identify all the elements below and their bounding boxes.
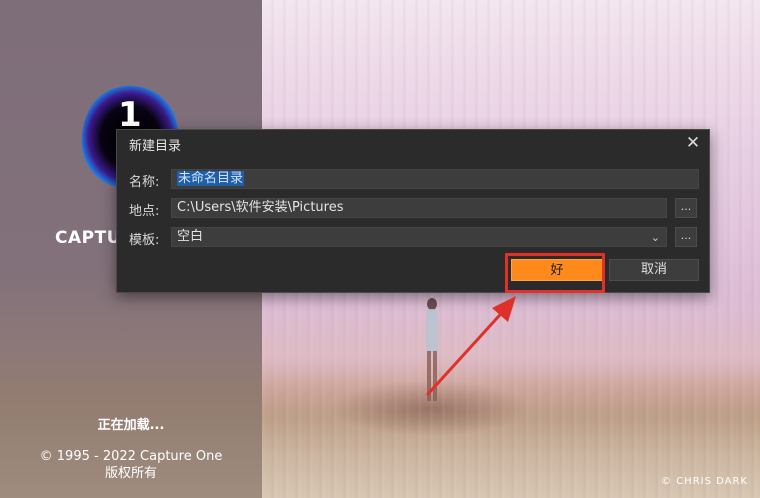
loading-status: 正在加载... xyxy=(97,418,165,433)
template-value: 空白 xyxy=(177,229,204,244)
chevron-down-icon: ⌄ xyxy=(650,231,660,244)
annotation-highlight-box xyxy=(505,253,605,293)
copyright: © 1995 - 2022 Capture One 版权所有 xyxy=(0,448,262,482)
close-icon[interactable]: ✕ xyxy=(683,133,703,153)
copyright-line: © 1995 - 2022 Capture One xyxy=(39,449,223,464)
dialog-titlebar[interactable]: 新建目录 ✕ xyxy=(117,130,709,157)
template-label: 模板: xyxy=(129,233,160,248)
location-label: 地点: xyxy=(129,204,160,219)
template-browse-button[interactable]: ... xyxy=(675,227,697,247)
cancel-button[interactable]: 取消 xyxy=(609,259,699,281)
location-field[interactable]: C:\Users\软件安装\Pictures xyxy=(171,198,667,218)
template-select[interactable]: 空白 ⌄ xyxy=(171,227,667,247)
name-field[interactable]: 未命名目录 xyxy=(171,169,699,189)
location-browse-button[interactable]: ... xyxy=(675,198,697,218)
dialog-title: 新建目录 xyxy=(129,139,182,154)
annotation-arrow xyxy=(426,296,516,396)
new-catalog-dialog: 新建目录 ✕ 名称: 未命名目录 地点: C:\Users\软件安装\Pictu… xyxy=(116,129,710,293)
copyright-rights: 版权所有 xyxy=(104,466,157,481)
name-value: 未命名目录 xyxy=(177,171,245,186)
name-label: 名称: xyxy=(129,175,160,190)
photo-credit: © CHRIS DARK xyxy=(661,476,748,487)
